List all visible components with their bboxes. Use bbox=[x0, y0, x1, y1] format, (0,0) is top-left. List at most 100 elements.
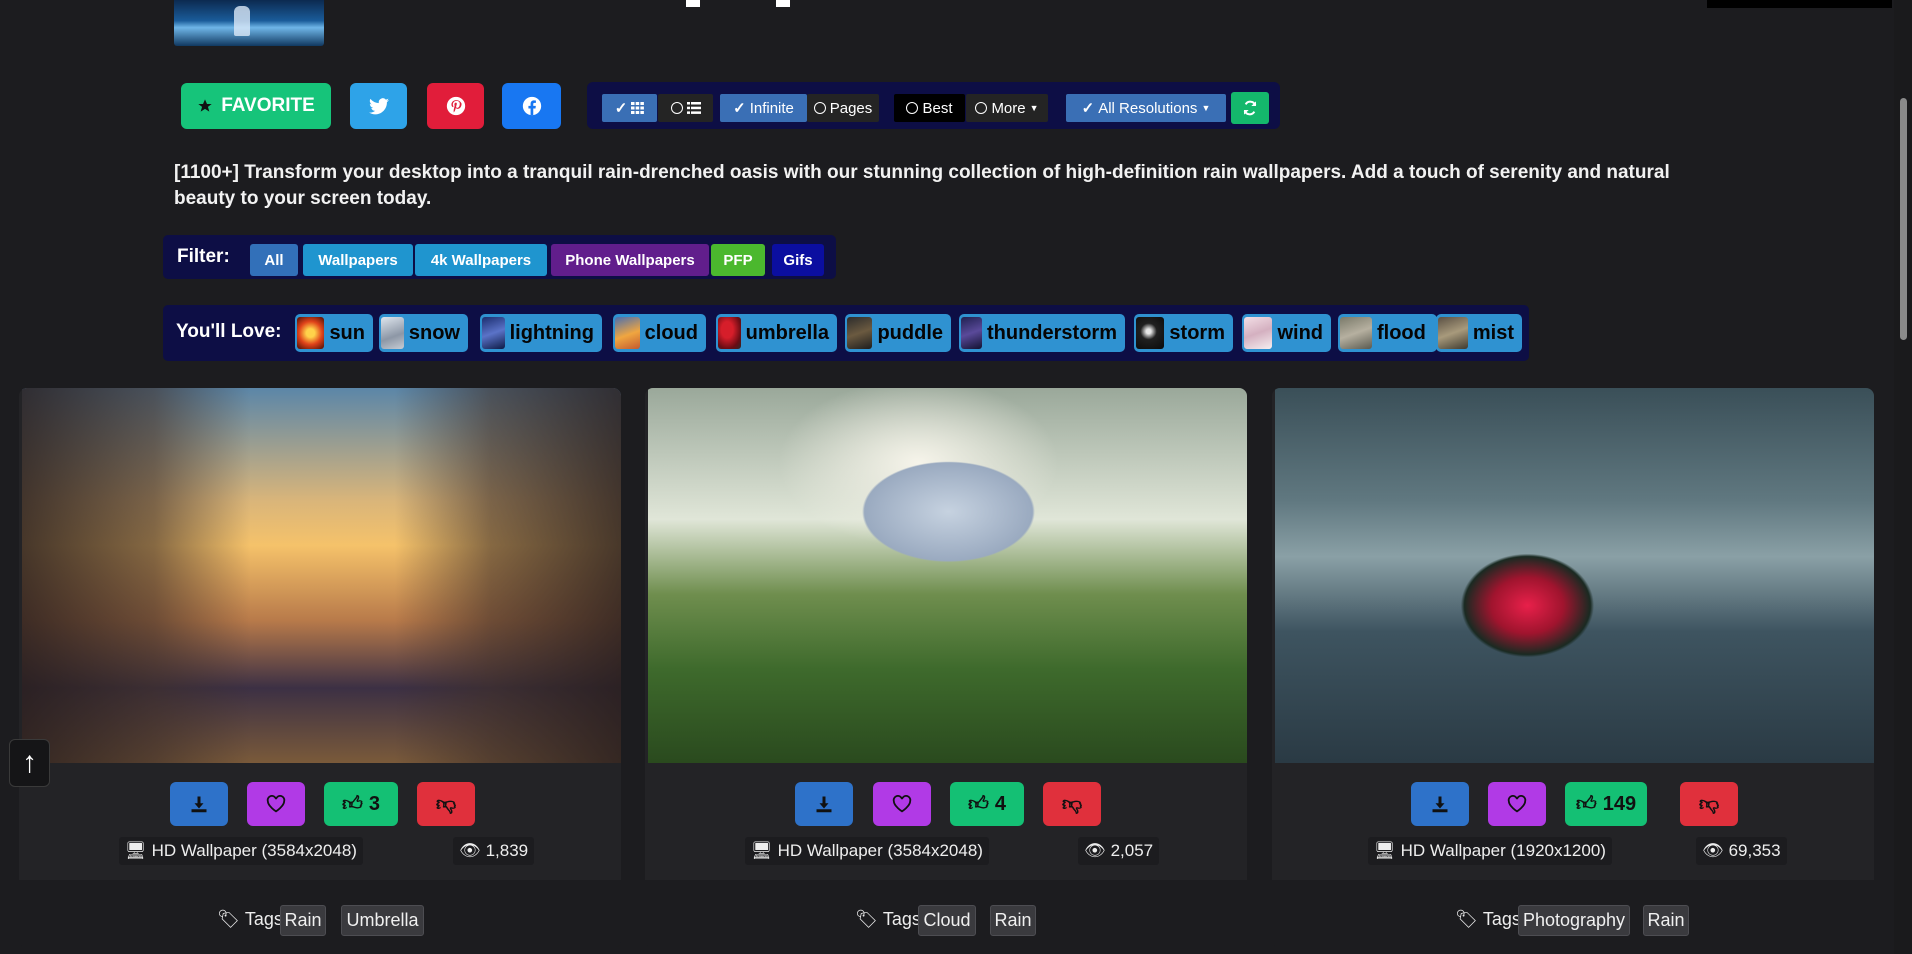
tag-icon: 🏷︎ bbox=[1455, 909, 1478, 929]
related-snow[interactable]: snow bbox=[379, 314, 468, 352]
lightning-thumb bbox=[482, 317, 505, 349]
download-button[interactable] bbox=[795, 782, 853, 826]
radio-icon bbox=[670, 102, 683, 114]
related-mist[interactable]: mist bbox=[1436, 314, 1522, 352]
related-storm[interactable]: storm bbox=[1134, 314, 1233, 352]
download-button[interactable] bbox=[170, 782, 228, 826]
twitter-share-button[interactable] bbox=[350, 83, 407, 129]
pages-label: Pages bbox=[829, 99, 873, 117]
more-dropdown[interactable]: More ▼ bbox=[966, 94, 1048, 122]
check-icon: ✓ bbox=[1081, 100, 1095, 117]
tags-label: 🏷︎ Tags bbox=[1455, 909, 1521, 930]
facebook-share-button[interactable] bbox=[502, 83, 561, 129]
heart-icon bbox=[892, 795, 912, 813]
infinite-scroll-button[interactable]: ✓ Infinite bbox=[720, 94, 807, 122]
filter-phone-wallpapers[interactable]: Phone Wallpapers bbox=[551, 244, 709, 276]
favorite-heart-button[interactable] bbox=[873, 782, 931, 826]
page-scrollbar[interactable] bbox=[1894, 0, 1912, 954]
sun-thumb bbox=[297, 317, 325, 349]
resolutions-dropdown[interactable]: ✓ All Resolutions ▼ bbox=[1066, 94, 1226, 122]
related-flood[interactable]: flood bbox=[1338, 314, 1437, 352]
twitter-icon bbox=[368, 97, 389, 114]
like-button[interactable]: 👍︎ 149 bbox=[1565, 782, 1647, 826]
favorite-button[interactable]: FAVORITE bbox=[181, 83, 331, 129]
related-wind[interactable]: wind bbox=[1242, 314, 1331, 352]
view-toolbar: ✓ ✓ Infinite Pages Best More ▼ ✓ All Res… bbox=[587, 82, 1280, 129]
view-count-text: 69,353 bbox=[1728, 841, 1781, 860]
related-label-lightning: lightning bbox=[509, 321, 594, 344]
like-count: 3 bbox=[368, 792, 381, 815]
grid-icon bbox=[631, 102, 645, 114]
wind-thumb bbox=[1244, 317, 1273, 349]
wallpaper-image[interactable] bbox=[22, 388, 621, 763]
favorite-heart-button[interactable] bbox=[247, 782, 305, 826]
mist-thumb bbox=[1438, 317, 1468, 349]
top-right-bar bbox=[1707, 0, 1892, 8]
filter-bar: Filter: All Wallpapers 4k Wallpapers Pho… bbox=[163, 235, 836, 279]
back-to-top-button[interactable]: ↑ bbox=[9, 739, 50, 787]
filter-pfp[interactable]: PFP bbox=[711, 244, 765, 276]
like-button[interactable]: 👍︎ 3 bbox=[324, 782, 398, 826]
refresh-button[interactable] bbox=[1231, 92, 1269, 124]
pages-button[interactable]: Pages bbox=[807, 94, 879, 122]
favorite-heart-button[interactable] bbox=[1488, 782, 1546, 826]
dislike-button[interactable]: 👎︎ bbox=[1043, 782, 1101, 826]
wallpaper-image[interactable] bbox=[648, 388, 1247, 763]
tag-cloud[interactable]: Cloud bbox=[918, 905, 976, 936]
filter-all[interactable]: All bbox=[250, 244, 298, 276]
related-lightning[interactable]: lightning bbox=[480, 314, 602, 352]
dislike-button[interactable]: 👎︎ bbox=[417, 782, 475, 826]
like-button[interactable]: 👍︎ 4 bbox=[950, 782, 1024, 826]
download-icon bbox=[816, 796, 832, 813]
related-bar: You'll Love: sun snow lightning cloud um… bbox=[163, 305, 1529, 361]
facebook-icon bbox=[522, 96, 541, 116]
related-sun[interactable]: sun bbox=[295, 314, 373, 352]
related-label-storm: storm bbox=[1169, 321, 1225, 344]
wallpaper-image[interactable] bbox=[1275, 388, 1874, 763]
related-label-umbrella: umbrella bbox=[745, 321, 829, 344]
hero-thumbnail bbox=[174, 0, 324, 46]
pinterest-icon bbox=[446, 96, 465, 116]
resolution-info: 🖥︎ HD Wallpaper (1920x1200) bbox=[1368, 837, 1612, 865]
list-icon bbox=[686, 102, 701, 114]
related-umbrella[interactable]: umbrella bbox=[716, 314, 837, 352]
more-label: More bbox=[991, 99, 1026, 117]
page-title-fragment bbox=[686, 0, 796, 8]
download-icon bbox=[191, 796, 207, 813]
tags-label-text: Tags bbox=[1482, 909, 1521, 929]
thumbs-down-icon: 👎︎ bbox=[435, 793, 457, 815]
dislike-button[interactable]: 👎︎ bbox=[1680, 782, 1738, 826]
tag-rain[interactable]: Rain bbox=[990, 905, 1036, 936]
thumbs-up-icon: 👍︎ bbox=[967, 793, 989, 815]
list-view-button[interactable] bbox=[658, 94, 713, 122]
cloud-thumb bbox=[615, 317, 640, 349]
scrollbar-thumb[interactable] bbox=[1900, 98, 1907, 340]
related-label: You'll Love: bbox=[176, 321, 282, 342]
related-label-sun: sun bbox=[329, 321, 365, 344]
pinterest-share-button[interactable] bbox=[427, 83, 484, 129]
related-cloud[interactable]: cloud bbox=[613, 314, 706, 352]
related-puddle[interactable]: puddle bbox=[845, 314, 951, 352]
filter-wallpapers[interactable]: Wallpapers bbox=[303, 244, 413, 276]
related-label-flood: flood bbox=[1377, 321, 1426, 344]
related-label-thunderstorm: thunderstorm bbox=[987, 321, 1117, 344]
thunderstorm-thumb bbox=[961, 317, 982, 349]
tag-rain[interactable]: Rain bbox=[1643, 905, 1689, 936]
related-thunderstorm[interactable]: thunderstorm bbox=[959, 314, 1125, 352]
view-count: 👁︎ 69,353 bbox=[1696, 837, 1787, 865]
wallpaper-card: 👍︎ 4 👎︎ 🖥︎ HD Wallpaper (3584x2048) 👁︎ 2,05… bbox=[645, 388, 1247, 948]
heart-icon bbox=[266, 795, 286, 813]
caret-down-icon: ▼ bbox=[1201, 103, 1211, 113]
download-button[interactable] bbox=[1411, 782, 1469, 826]
filter-gifs[interactable]: Gifs bbox=[772, 244, 824, 276]
tag-photography[interactable]: Photography bbox=[1518, 905, 1630, 936]
filter-4k-wallpapers[interactable]: 4k Wallpapers bbox=[415, 244, 547, 276]
grid-view-button[interactable]: ✓ bbox=[602, 94, 657, 122]
download-icon bbox=[1432, 796, 1448, 813]
check-icon: ✓ bbox=[614, 100, 628, 117]
view-count-text: 1,839 bbox=[485, 841, 529, 860]
best-button[interactable]: Best bbox=[894, 94, 965, 122]
tag-rain[interactable]: Rain bbox=[280, 905, 326, 936]
tag-umbrella[interactable]: Umbrella bbox=[341, 905, 424, 936]
caret-down-icon: ▼ bbox=[1029, 103, 1039, 113]
